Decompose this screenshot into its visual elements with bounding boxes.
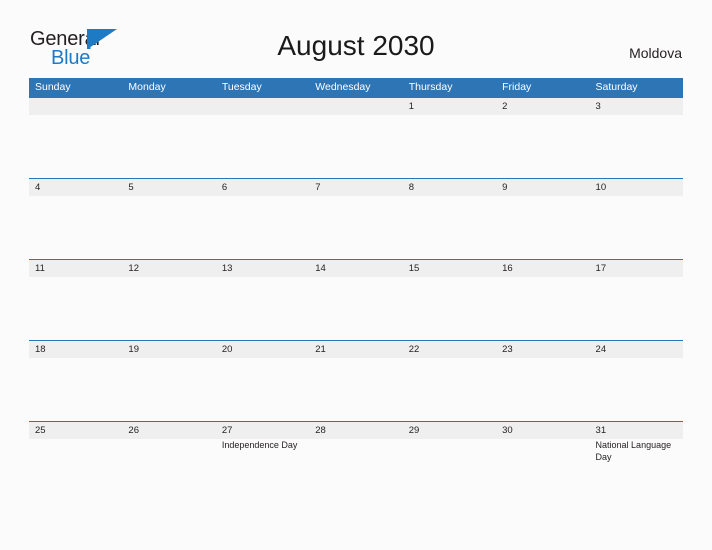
day-number: 13 (221, 263, 233, 274)
day-cell[interactable]: 31 National Language Day (589, 422, 683, 497)
day-number: 22 (408, 344, 420, 355)
day-number: 31 (595, 425, 607, 436)
week-row: 1 2 3 (29, 97, 683, 178)
day-cell[interactable]: 9 (496, 179, 590, 259)
week-row: 18 19 20 21 22 23 24 (29, 340, 683, 421)
day-band (309, 98, 403, 115)
day-cell[interactable]: 17 (589, 260, 683, 340)
day-band (496, 98, 590, 115)
day-band (215, 98, 310, 115)
day-band (402, 98, 497, 115)
day-cell[interactable]: 28 (309, 422, 403, 497)
day-cell[interactable]: 11 (29, 260, 123, 340)
day-event: National Language Day (595, 440, 672, 462)
country-label: Moldova (629, 45, 682, 61)
day-cell[interactable]: 23 (496, 341, 590, 421)
day-number: 28 (315, 425, 326, 436)
weekday-header-sunday: Sunday (35, 81, 71, 93)
day-number: 6 (221, 182, 228, 193)
day-band (122, 179, 216, 196)
day-number: 26 (128, 425, 139, 436)
day-cell[interactable]: 20 (215, 341, 310, 421)
page-title: August 2030 (277, 30, 435, 61)
day-cell[interactable]: 29 (402, 422, 497, 497)
day-number: 4 (35, 182, 41, 193)
day-number: 27 (221, 425, 233, 436)
day-band (309, 179, 403, 196)
day-number: 3 (595, 101, 601, 112)
day-band (402, 179, 497, 196)
day-cell[interactable]: 26 (122, 422, 216, 497)
day-number: 11 (35, 263, 45, 274)
day-band (496, 179, 590, 196)
day-number: 18 (35, 344, 46, 355)
day-number: 15 (408, 263, 420, 274)
week-row: 4 5 6 7 8 9 10 (29, 178, 683, 259)
day-event: Independence Day (221, 440, 298, 450)
day-number: 14 (315, 263, 326, 274)
weekday-header-saturday: Saturday (595, 81, 638, 93)
day-cell[interactable]: 1 (402, 98, 497, 178)
day-cell[interactable]: 14 (309, 260, 403, 340)
day-cell[interactable]: 6 (215, 179, 310, 259)
day-cell[interactable]: 12 (122, 260, 216, 340)
day-cell[interactable]: 2 (496, 98, 590, 178)
day-cell[interactable]: 8 (402, 179, 497, 259)
day-number: 24 (595, 344, 607, 355)
day-number: 29 (408, 425, 420, 436)
day-cell[interactable] (309, 98, 403, 178)
week-row: 11 12 13 14 15 16 17 (29, 259, 683, 340)
day-cell[interactable]: 4 (29, 179, 123, 259)
day-number: 12 (128, 263, 139, 274)
day-cell[interactable]: 10 (589, 179, 683, 259)
day-cell[interactable]: 24 (589, 341, 683, 421)
calendar-grid: Sunday Monday Tuesday Wednesday Thursday… (29, 78, 683, 497)
day-number: 20 (221, 344, 233, 355)
day-cell[interactable]: 13 (215, 260, 310, 340)
day-number: 23 (502, 344, 513, 355)
day-band (589, 98, 683, 115)
day-band (215, 179, 310, 196)
day-number: 7 (315, 182, 321, 193)
day-number: 17 (595, 263, 607, 274)
calendar-page: General Blue August 2030 Moldova Sunday … (0, 0, 712, 550)
day-number: 30 (502, 425, 513, 436)
day-number: 5 (128, 182, 134, 193)
day-number: 9 (502, 182, 508, 193)
day-number: 1 (408, 101, 414, 112)
day-number: 25 (35, 425, 46, 436)
day-number: 2 (502, 101, 508, 112)
weekday-header-row: Sunday Monday Tuesday Wednesday Thursday… (29, 78, 683, 97)
day-cell[interactable]: 21 (309, 341, 403, 421)
day-cell[interactable]: 30 (496, 422, 590, 497)
day-band (29, 98, 123, 115)
day-cell[interactable]: 7 (309, 179, 403, 259)
day-cell[interactable] (215, 98, 310, 178)
day-cell[interactable]: 18 (29, 341, 123, 421)
weekday-header-monday: Monday (128, 81, 166, 93)
day-cell[interactable]: 3 (589, 98, 683, 178)
day-cell[interactable]: 27 Independence Day (215, 422, 310, 497)
week-row: 25 26 27 Independence Day 28 29 30 31 Nati… (29, 421, 683, 497)
day-number: 16 (502, 263, 513, 274)
weekday-header-thursday: Thursday (408, 81, 453, 93)
day-band (122, 98, 216, 115)
day-cell[interactable] (29, 98, 123, 178)
day-number: 19 (128, 344, 139, 355)
day-cell[interactable]: 25 (29, 422, 123, 497)
day-band (29, 179, 123, 196)
weekday-header-tuesday: Tuesday (221, 81, 262, 93)
day-cell[interactable]: 22 (402, 341, 497, 421)
day-number: 10 (595, 182, 607, 193)
day-cell[interactable] (122, 98, 216, 178)
day-number: 21 (315, 344, 326, 355)
day-cell[interactable]: 5 (122, 179, 216, 259)
day-cell[interactable]: 19 (122, 341, 216, 421)
weekday-header-wednesday: Wednesday (315, 81, 371, 93)
day-cell[interactable]: 15 (402, 260, 497, 340)
page-header: General Blue August 2030 Moldova (0, 0, 712, 76)
weekday-header-friday: Friday (502, 81, 532, 93)
day-number: 8 (408, 182, 414, 193)
day-cell[interactable]: 16 (496, 260, 590, 340)
